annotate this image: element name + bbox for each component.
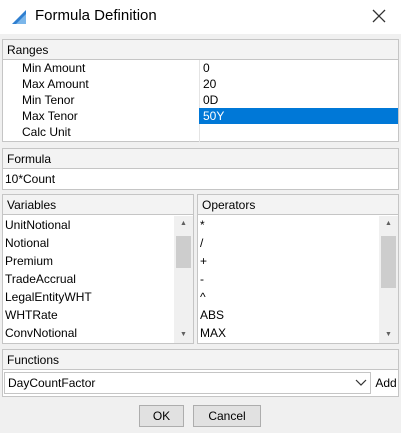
variables-panel: Variables UnitNotional Notional Premium … xyxy=(2,194,194,344)
ranges-header: Ranges xyxy=(3,40,398,60)
range-row-calc-unit[interactable]: Calc Unit xyxy=(3,124,398,140)
formula-input[interactable]: 10*Count xyxy=(3,169,398,189)
formula-header: Formula xyxy=(3,149,398,169)
scroll-thumb[interactable] xyxy=(381,236,396,288)
triangle-app-icon xyxy=(12,10,26,24)
range-label: Min Amount xyxy=(22,61,86,75)
functions-dropdown[interactable]: DayCountFactor xyxy=(4,372,371,394)
variables-header: Variables xyxy=(3,195,193,215)
range-label: Calc Unit xyxy=(22,125,71,139)
list-item[interactable]: * xyxy=(198,216,398,234)
scroll-down-icon[interactable]: ▼ xyxy=(379,327,398,343)
functions-header: Functions xyxy=(3,350,398,370)
scroll-thumb[interactable] xyxy=(176,236,191,268)
scroll-down-icon[interactable]: ▼ xyxy=(174,327,193,343)
list-item[interactable]: WHTRate xyxy=(3,306,193,324)
list-item[interactable]: / xyxy=(198,234,398,252)
range-value[interactable]: 0D xyxy=(199,92,398,108)
list-item[interactable]: LegalEntityWHT xyxy=(3,288,193,306)
range-value[interactable] xyxy=(199,124,398,140)
cancel-button[interactable]: Cancel xyxy=(193,405,261,427)
functions-panel: Functions DayCountFactor Add xyxy=(2,349,399,397)
functions-selected: DayCountFactor xyxy=(8,376,96,390)
range-value[interactable]: 20 xyxy=(199,76,398,92)
scroll-up-icon[interactable]: ▲ xyxy=(174,216,193,232)
variables-list[interactable]: UnitNotional Notional Premium TradeAccru… xyxy=(3,216,193,343)
list-item[interactable]: + xyxy=(198,252,398,270)
operators-scrollbar[interactable]: ▲ ▼ xyxy=(379,216,398,343)
range-row-max-amount[interactable]: Max Amount 20 xyxy=(3,76,398,92)
list-item[interactable]: UnitNotional xyxy=(3,216,193,234)
ok-button[interactable]: OK xyxy=(139,405,184,427)
list-item[interactable]: Premium xyxy=(3,252,193,270)
ranges-panel: Ranges Min Amount 0 Max Amount 20 Min Te… xyxy=(2,39,399,142)
range-row-min-amount[interactable]: Min Amount 0 xyxy=(3,60,398,76)
list-item[interactable]: ^ xyxy=(198,288,398,306)
range-value[interactable]: 0 xyxy=(199,60,398,76)
title-bar: Formula Definition xyxy=(0,0,401,34)
formula-panel: Formula 10*Count xyxy=(2,148,399,190)
scroll-up-icon[interactable]: ▲ xyxy=(379,216,398,232)
list-item[interactable]: ConvNotional xyxy=(3,324,193,342)
list-item[interactable]: - xyxy=(198,270,398,288)
chevron-down-icon[interactable] xyxy=(355,379,367,387)
range-row-min-tenor[interactable]: Min Tenor 0D xyxy=(3,92,398,108)
range-label: Max Tenor xyxy=(22,109,78,123)
operators-header: Operators xyxy=(198,195,398,215)
list-item[interactable]: TradeAccrual xyxy=(3,270,193,288)
operators-panel: Operators * / + - ^ ABS MAX ▲ ▼ xyxy=(197,194,399,344)
add-button[interactable]: Add xyxy=(374,372,398,394)
list-item[interactable]: ABS xyxy=(198,306,398,324)
list-item[interactable]: MAX xyxy=(198,324,398,342)
operators-list[interactable]: * / + - ^ ABS MAX ▲ ▼ xyxy=(198,216,398,343)
close-icon[interactable] xyxy=(369,6,389,26)
range-label: Max Amount xyxy=(22,77,89,91)
list-item[interactable]: Notional xyxy=(3,234,193,252)
variables-scrollbar[interactable]: ▲ ▼ xyxy=(174,216,193,343)
range-row-max-tenor[interactable]: Max Tenor 50Y xyxy=(3,108,398,124)
functions-row: DayCountFactor Add xyxy=(3,370,398,396)
range-value-selected[interactable]: 50Y xyxy=(199,108,398,124)
range-label: Min Tenor xyxy=(22,93,75,107)
window-title: Formula Definition xyxy=(35,7,157,24)
